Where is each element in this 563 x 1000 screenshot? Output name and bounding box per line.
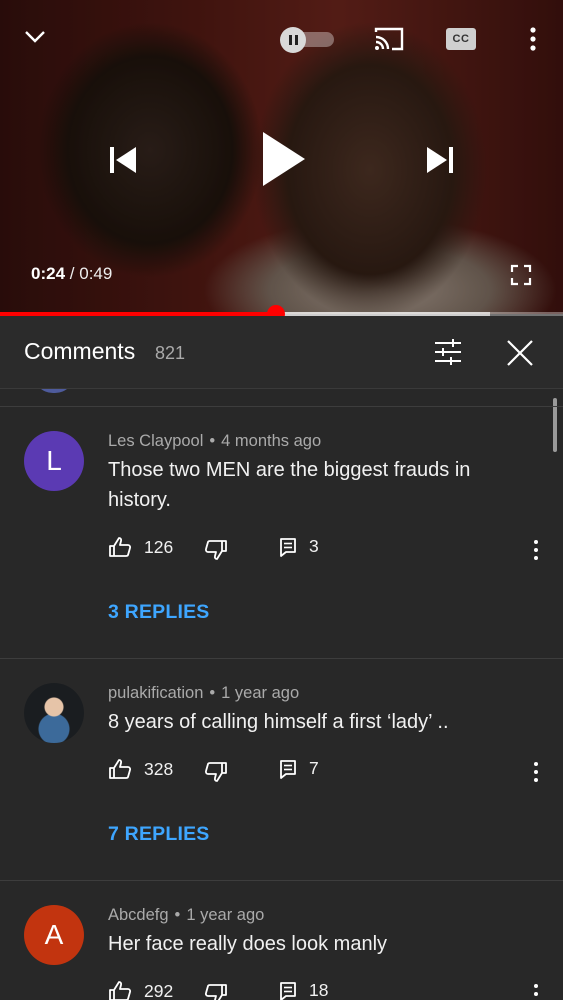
duration: 0:49 xyxy=(79,264,113,283)
skip-next-icon[interactable] xyxy=(420,140,460,180)
reply-button[interactable]: 18 xyxy=(279,980,328,1000)
video-player[interactable]: CC 0:24 / 0:49 xyxy=(0,0,563,314)
fullscreen-icon[interactable] xyxy=(509,263,533,287)
comment-menu-icon[interactable] xyxy=(530,538,542,562)
comment-meta: Les Claypool • 4 months ago xyxy=(108,432,321,451)
dislike-button[interactable] xyxy=(204,761,228,783)
comment-meta: Abcdefg • 1 year ago xyxy=(108,906,264,925)
skip-previous-icon[interactable] xyxy=(103,140,143,180)
comment-menu-icon[interactable] xyxy=(530,760,542,784)
like-button[interactable]: 126 xyxy=(108,536,173,558)
view-replies-link[interactable]: 7 REPLIES xyxy=(108,823,210,846)
thumb-up-icon xyxy=(109,759,132,779)
like-button[interactable]: 292 xyxy=(108,980,173,1000)
meta-dot: • xyxy=(174,906,181,924)
comment-age: 1 year ago xyxy=(186,906,265,924)
current-time: 0:24 xyxy=(31,264,66,283)
divider xyxy=(0,880,563,881)
thumb-down-icon xyxy=(204,762,227,782)
comment-author[interactable]: Les Claypool xyxy=(108,432,203,450)
close-icon[interactable] xyxy=(505,338,537,370)
reply-button[interactable]: 3 xyxy=(279,536,319,557)
reply-count: 7 xyxy=(309,758,319,778)
comment-text: Her face really does look manly xyxy=(108,933,388,955)
cc-icon[interactable]: CC xyxy=(446,28,476,50)
comment-age: 1 year ago xyxy=(221,684,300,702)
avatar[interactable]: A xyxy=(24,905,84,965)
filter-icon[interactable] xyxy=(433,338,465,368)
like-count: 126 xyxy=(144,536,174,557)
reply-count: 3 xyxy=(309,536,319,556)
divider xyxy=(0,406,563,407)
avatar[interactable] xyxy=(24,683,84,743)
divider xyxy=(0,658,563,659)
more-vert-icon[interactable] xyxy=(522,24,544,54)
like-count: 292 xyxy=(144,980,174,1000)
meta-dot: • xyxy=(209,684,216,702)
thumb-up-icon xyxy=(109,537,132,557)
reply-button[interactable]: 7 xyxy=(279,758,319,779)
view-replies-link[interactable]: 3 REPLIES xyxy=(108,601,210,624)
autoplay-toggle[interactable] xyxy=(280,27,336,53)
chevron-down-icon[interactable] xyxy=(20,22,50,52)
thumb-down-icon xyxy=(204,540,227,560)
comments-header: Comments 821 xyxy=(0,316,563,389)
avatar[interactable]: L xyxy=(24,431,84,491)
dislike-button[interactable] xyxy=(204,983,228,1000)
comment-actions: 292 18 xyxy=(108,980,563,1000)
comment-menu-icon[interactable] xyxy=(530,982,542,1000)
play-icon[interactable] xyxy=(255,126,311,192)
comment-author[interactable]: Abcdefg xyxy=(108,906,169,924)
thumb-down-icon xyxy=(204,984,227,1000)
time-display: 0:24 / 0:49 xyxy=(31,264,112,284)
reply-icon xyxy=(280,981,296,1000)
time-separator: / xyxy=(69,264,75,283)
thumb-up-icon xyxy=(109,981,132,1000)
reply-icon xyxy=(280,537,296,557)
comment-actions: 328 7 xyxy=(108,758,563,784)
comment-meta: pulakification • 1 year ago xyxy=(108,684,299,703)
dislike-button[interactable] xyxy=(204,539,228,561)
comments-title: Comments xyxy=(24,338,136,364)
like-button[interactable]: 328 xyxy=(108,758,173,780)
comment-actions: 126 3 xyxy=(108,536,563,562)
like-count: 328 xyxy=(144,758,174,779)
reply-count: 18 xyxy=(309,980,329,1000)
comment-text: Those two MEN are the biggest frauds in … xyxy=(108,459,471,511)
comment-text: 8 years of calling himself a first ‘lady… xyxy=(108,711,449,733)
pause-icon xyxy=(280,27,306,53)
meta-dot: • xyxy=(209,432,216,450)
comment-age: 4 months ago xyxy=(221,432,322,450)
comments-list[interactable]: L Les Claypool • 4 months ago Those two ME… xyxy=(0,389,563,1000)
cast-icon[interactable] xyxy=(372,25,406,53)
comment-author[interactable]: pulakification xyxy=(108,684,203,702)
avatar xyxy=(33,389,75,393)
comments-count: 821 xyxy=(155,343,186,363)
reply-icon xyxy=(280,759,296,779)
